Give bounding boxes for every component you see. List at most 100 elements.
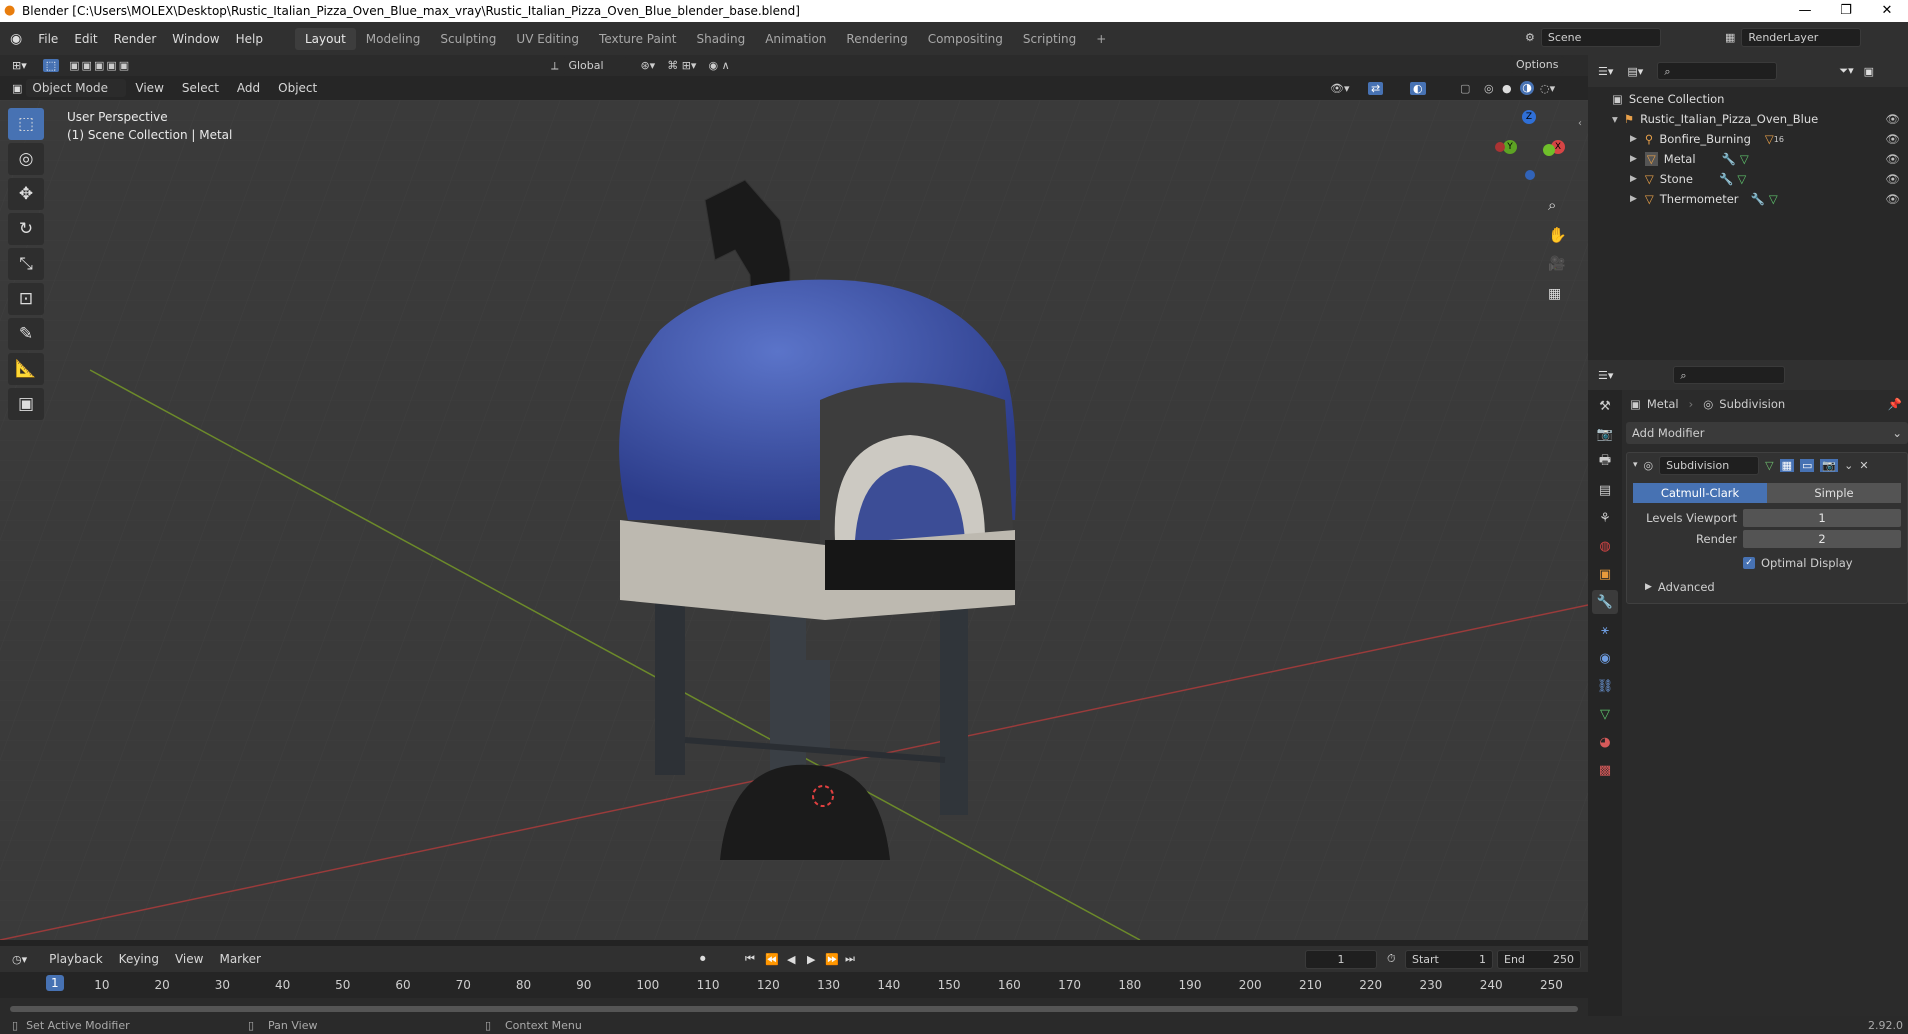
- navigation-gizmo[interactable]: Z X Y: [1495, 110, 1575, 190]
- menu-playback[interactable]: Playback: [41, 952, 111, 966]
- eye-icon[interactable]: 👁: [1885, 192, 1900, 206]
- blender-menu-icon[interactable]: ◉: [10, 31, 22, 47]
- viewport-toggle-icon[interactable]: ▭: [1800, 458, 1815, 472]
- constraints-tab-icon[interactable]: ⛓: [1592, 674, 1618, 698]
- outliner-item-bonfire[interactable]: ▶ ⚲ Bonfire_Burning ▽ 16 👁: [1588, 129, 1908, 149]
- menu-window[interactable]: Window: [164, 32, 227, 46]
- select-modes-icon[interactable]: ▣▣▣▣▣: [69, 59, 131, 72]
- modifier-menu-icon[interactable]: ⌄: [1844, 459, 1853, 472]
- view-layer-tab-icon[interactable]: ▤: [1592, 478, 1618, 502]
- filter-icon[interactable]: ⏷▾: [1839, 64, 1853, 78]
- tab-texture-paint[interactable]: Texture Paint: [589, 28, 686, 50]
- gizmo-toggle-icon[interactable]: ⇄: [1368, 81, 1384, 95]
- gizmo-axis-y[interactable]: Y: [1503, 140, 1517, 154]
- optimal-display-row[interactable]: ✓ Optimal Display: [1633, 556, 1901, 570]
- close-button[interactable]: ✕: [1867, 0, 1907, 22]
- options-dropdown[interactable]: Options: [1510, 56, 1565, 73]
- jump-end-icon[interactable]: ⏭: [845, 952, 855, 966]
- physics-tab-icon[interactable]: ◉: [1592, 646, 1618, 670]
- cage-toggle-icon[interactable]: ▦: [1779, 458, 1795, 472]
- tool-tab-icon[interactable]: ⚒: [1592, 394, 1618, 418]
- catmull-clark-button[interactable]: Catmull-Clark: [1633, 483, 1767, 503]
- render-levels-field[interactable]: 2: [1743, 530, 1901, 548]
- outliner-editor-type-icon[interactable]: ☰▾: [1598, 65, 1613, 78]
- properties-search-input[interactable]: ⌕: [1673, 366, 1786, 384]
- outliner-item-metal[interactable]: ▶ ▽ Metal 🔧 ▽ 👁: [1588, 149, 1908, 169]
- remove-modifier-icon[interactable]: ✕: [1859, 459, 1868, 472]
- xray-icon[interactable]: ▢: [1460, 82, 1470, 95]
- add-modifier-button[interactable]: Add Modifier ⌄: [1626, 422, 1908, 444]
- eye-icon[interactable]: 👁: [1885, 152, 1900, 166]
- texture-tab-icon[interactable]: ▩: [1592, 758, 1618, 782]
- mode-select[interactable]: Object Mode: [26, 79, 127, 97]
- timeline-editor-type-icon[interactable]: ◷▾: [12, 953, 27, 966]
- maximize-button[interactable]: ❐: [1826, 0, 1866, 22]
- ortho-grid-icon[interactable]: ▦: [1548, 286, 1561, 302]
- tab-animation[interactable]: Animation: [755, 28, 836, 50]
- eye-icon[interactable]: 👁: [1885, 132, 1900, 146]
- render-toggle-icon[interactable]: 📷: [1820, 458, 1839, 472]
- tab-scripting[interactable]: Scripting: [1013, 28, 1086, 50]
- output-tab-icon[interactable]: 🖶: [1592, 450, 1618, 474]
- eye-icon[interactable]: 👁: [1885, 172, 1900, 186]
- add-cube-tool-icon[interactable]: ▣: [8, 388, 44, 420]
- menu-add[interactable]: Add: [228, 81, 269, 95]
- levels-viewport-field[interactable]: 1: [1743, 509, 1901, 527]
- pan-hand-icon[interactable]: ✋: [1548, 226, 1567, 244]
- menu-render[interactable]: Render: [106, 32, 165, 46]
- expand-arrow-icon[interactable]: ▶: [1645, 582, 1652, 592]
- menu-edit[interactable]: Edit: [66, 32, 105, 46]
- menu-keying[interactable]: Keying: [111, 952, 167, 966]
- expand-arrow-icon[interactable]: ▶: [1630, 194, 1637, 204]
- expand-arrow-icon[interactable]: ▶: [1630, 154, 1637, 164]
- properties-editor-type-icon[interactable]: ☰▾: [1598, 369, 1613, 382]
- renderlayer-field[interactable]: RenderLayer: [1741, 28, 1862, 47]
- editor-type-icon[interactable]: ⊞▾: [12, 59, 27, 72]
- pin-icon[interactable]: 📌: [1888, 397, 1902, 411]
- playhead[interactable]: 1: [46, 975, 64, 991]
- outliner-search-input[interactable]: ⌕: [1657, 62, 1778, 80]
- particles-tab-icon[interactable]: ⚹: [1592, 618, 1618, 642]
- sidebar-toggle-icon[interactable]: ‹: [1578, 118, 1582, 129]
- shading-material-icon[interactable]: ◑: [1520, 81, 1534, 95]
- tab-layout[interactable]: Layout: [294, 27, 356, 50]
- renderlayer-selector[interactable]: ▦ RenderLayer: [1725, 28, 1862, 47]
- outliner-row-collection[interactable]: ▾ ⚑ Rustic_Italian_Pizza_Oven_Blue 👁: [1588, 109, 1908, 129]
- shading-solid-icon[interactable]: ●: [1502, 82, 1512, 95]
- minimize-button[interactable]: —: [1785, 0, 1825, 22]
- edit-mode-toggle-icon[interactable]: ▽: [1765, 459, 1773, 472]
- gizmo-neg-x[interactable]: [1495, 142, 1505, 152]
- optimal-display-checkbox[interactable]: ✓: [1743, 557, 1755, 569]
- eye-icon[interactable]: 👁: [1885, 112, 1900, 126]
- scene-field[interactable]: Scene: [1540, 28, 1661, 47]
- scale-tool-icon[interactable]: ⤡: [8, 248, 44, 280]
- prev-keyframe-icon[interactable]: ⏪: [765, 953, 779, 966]
- select-box-icon[interactable]: ⬚: [42, 59, 60, 72]
- proportional-edit-icon[interactable]: ◉ ∧: [708, 59, 729, 72]
- tab-uv-editing[interactable]: UV Editing: [506, 28, 589, 50]
- advanced-subpanel[interactable]: ▶ Advanced: [1633, 580, 1901, 594]
- scene-selector[interactable]: ⚙ Scene: [1525, 28, 1661, 47]
- menu-select[interactable]: Select: [173, 81, 228, 95]
- tab-modeling[interactable]: Modeling: [356, 28, 431, 50]
- select-tool-icon[interactable]: ⬚: [8, 108, 44, 140]
- play-icon[interactable]: ▶: [807, 953, 815, 966]
- outliner-item-stone[interactable]: ▶ ▽ Stone 🔧 ▽ 👁: [1588, 169, 1908, 189]
- move-tool-icon[interactable]: ✥: [8, 178, 44, 210]
- transform-orientation-select[interactable]: Global: [562, 57, 629, 74]
- visibility-icon[interactable]: 👁▾: [1330, 82, 1350, 95]
- world-tab-icon[interactable]: ◍: [1592, 534, 1618, 558]
- timeline-ruler[interactable]: 1 10 20 30 40 50 60 70 80 90 100 110 120 130 140 150 16…: [0, 972, 1588, 998]
- zoom-icon[interactable]: ⌕: [1548, 196, 1556, 214]
- menu-help[interactable]: Help: [228, 32, 271, 46]
- data-tab-icon[interactable]: ▽: [1592, 702, 1618, 726]
- scene-tab-icon[interactable]: ⚘: [1592, 506, 1618, 530]
- end-frame-field[interactable]: End 250: [1497, 949, 1581, 969]
- expand-arrow-icon[interactable]: ▶: [1630, 174, 1637, 184]
- rotate-tool-icon[interactable]: ↻: [8, 213, 44, 245]
- gizmo-axis-z[interactable]: Z: [1522, 110, 1536, 124]
- timeline-scrollbar[interactable]: [10, 1006, 1578, 1012]
- menu-timeline-view[interactable]: View: [167, 952, 211, 966]
- overlay-toggle-icon[interactable]: ◐: [1410, 81, 1426, 95]
- shading-rendered-icon[interactable]: ◌▾: [1540, 82, 1555, 95]
